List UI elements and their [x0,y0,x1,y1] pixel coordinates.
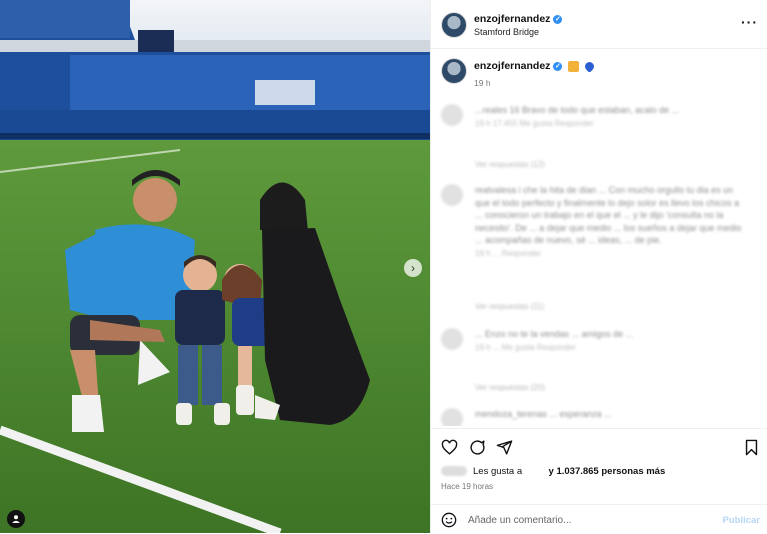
chevron-right-icon: › [411,261,415,275]
likes-count[interactable]: y 1.037.865 personas más [549,466,666,477]
verified-badge-icon: ✓ [553,14,563,24]
lion-emoji-icon [568,60,580,72]
comment-input[interactable] [468,513,698,527]
comment-body: mendoza_terenas ... esperanza ... [475,409,612,419]
caption-time: 19 h [474,78,491,88]
author-username[interactable]: enzojfernandez ✓ [474,13,563,25]
author-username-text[interactable]: enzojfernandez [474,13,550,25]
caption-verified-badge-icon: ✓ [553,61,563,71]
commenter-avatar[interactable] [441,184,463,206]
view-replies-link[interactable]: Ver respuestas (20) [475,383,545,392]
likes-summary[interactable]: Les gusta a y 1.037.865 personas más [441,466,665,477]
user-tag-icon [12,515,20,523]
publish-button[interactable]: Publicar [723,515,761,526]
post-side-panel: enzojfernandez ✓ Stamford Bridge ··· enzo… [430,0,767,533]
liker-avatars [441,466,467,477]
liker-name[interactable] [525,466,546,477]
comment-body: realvalesa i che la hita de dian ... Con… [475,185,742,245]
tagged-users-button[interactable] [7,510,25,528]
caption-author[interactable]: enzojfernandez ✓ [474,59,597,73]
comments-list[interactable]: ...reales 16 Bravo de todo que estaban, … [431,96,767,426]
post-image [0,0,430,533]
comment-item: ...reales 16 Bravo de todo que estaban, … [441,104,756,144]
likes-prefix: Les gusta a [473,466,523,477]
comment-item: mendoza_terenas ... esperanza ... [441,408,756,426]
post-date[interactable]: Hace 19 horas [441,482,493,491]
instagram-post-viewer: › enzojfernandez ✓ Stamford Bridge ··· en… [0,0,767,533]
add-comment-bar: Publicar [431,504,767,534]
comment-meta: 19 h ... Responder [475,248,541,258]
bookmark-icon[interactable] [744,439,759,456]
comment-text: realvalesa i che la hita de dian ... Con… [475,184,745,260]
more-icon: ··· [741,14,758,30]
comment-meta: 19 h ... Me gusta Responder [475,342,576,352]
author-avatar[interactable] [441,12,467,38]
more-options-button[interactable]: ··· [741,14,758,30]
comment-body: ... Enzo no te la vendas ... amigos de .… [475,329,634,339]
commenter-avatar[interactable] [441,328,463,350]
caption-author-text[interactable]: enzojfernandez [474,60,550,72]
emoji-icon[interactable] [441,512,457,528]
next-image-button[interactable]: › [404,259,422,277]
view-replies-link[interactable]: Ver respuestas (12) [475,160,545,169]
comment-item: realvalesa i che la hita de dian ... Con… [441,184,756,284]
comment-text: ...reales 16 Bravo de todo que estaban, … [475,104,745,130]
comment-meta: 19 h 17.455 Me gusta Responder [475,118,594,128]
post-photo[interactable]: › [0,0,430,533]
post-caption: enzojfernandez ✓ 19 h [431,52,767,96]
view-replies-link[interactable]: Ver respuestas (11) [475,302,544,311]
caption-author-avatar[interactable] [441,58,467,84]
comment-body: ...reales 16 Bravo de todo que estaban, … [475,105,680,115]
blue-heart-emoji-icon [583,59,597,73]
commenter-avatar[interactable] [441,104,463,126]
comment-icon[interactable] [469,439,486,456]
comment-text: ... Enzo no te la vendas ... amigos de .… [475,328,745,354]
commenter-avatar[interactable] [441,408,463,426]
comment-item: ... Enzo no te la vendas ... amigos de .… [441,328,756,364]
comment-text: mendoza_terenas ... esperanza ... [475,408,745,421]
post-location[interactable]: Stamford Bridge [474,27,539,37]
post-header: enzojfernandez ✓ Stamford Bridge ··· [431,0,767,49]
share-icon[interactable] [496,439,513,456]
heart-icon[interactable] [441,439,458,456]
